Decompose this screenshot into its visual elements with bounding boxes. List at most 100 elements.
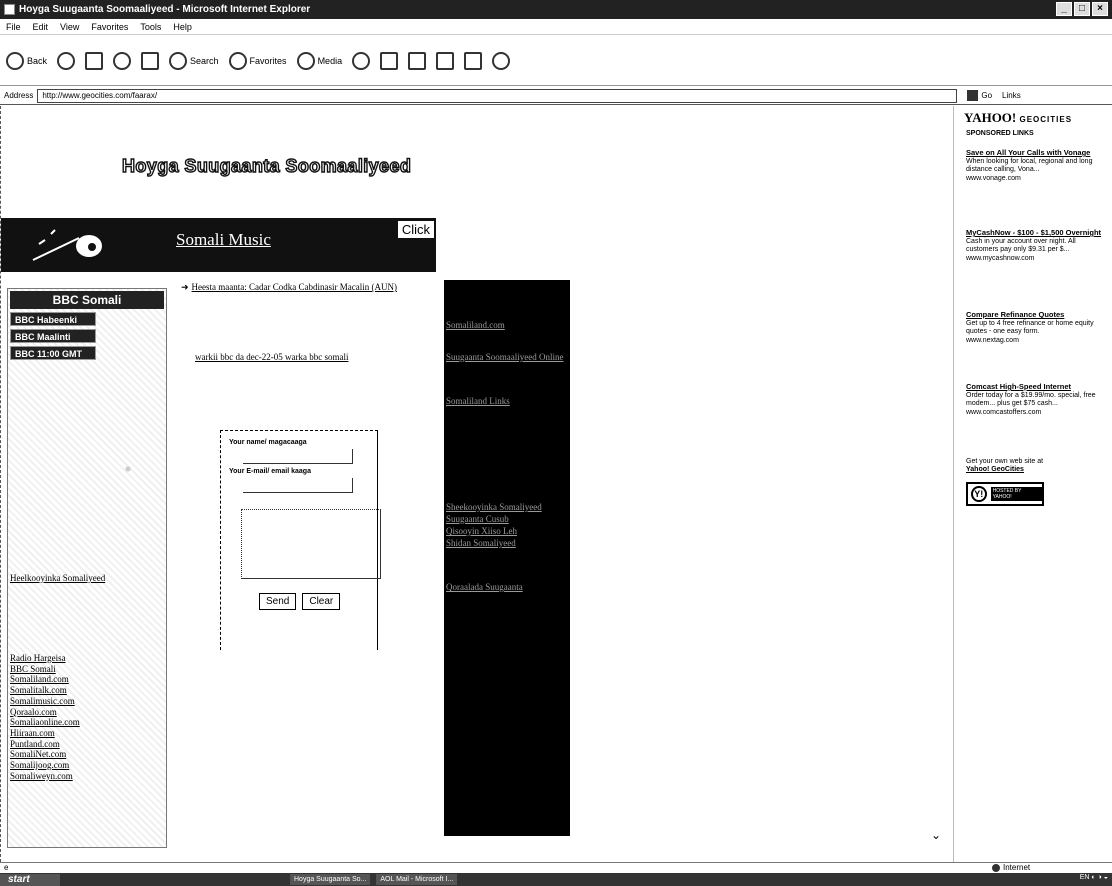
media-button[interactable]: Media	[296, 51, 342, 70]
link-somaliaonline[interactable]: Somaliaonline.com	[10, 717, 80, 728]
taskbar-item-aol[interactable]: AOL Mail - Microsoft I...	[376, 874, 458, 885]
bbc-habeenki-button[interactable]: BBC Habeenki	[10, 312, 96, 326]
ad-url: www.nextag.com	[966, 337, 1019, 344]
black-link-7[interactable]: Shidan Somaliyeed	[446, 538, 516, 548]
search-label: Search	[190, 55, 219, 66]
yahoo-sidebar: YAHOO! GEOCITIES SPONSORED LINKS Save on…	[953, 106, 1111, 862]
search-button[interactable]: Search	[169, 51, 219, 70]
name-field[interactable]	[243, 449, 353, 464]
link-somalinet[interactable]: SomaliNet.com	[10, 749, 80, 760]
links-button[interactable]: Links	[1002, 91, 1021, 100]
black-links-column: Somaliland.com Suugaanta Soomaaliyeed On…	[444, 280, 570, 836]
ad-vonage[interactable]: Save on All Your Calls with Vonage When …	[966, 148, 1106, 182]
home-icon[interactable]	[141, 51, 160, 70]
own-site-text: Get your own web site at	[966, 458, 1044, 465]
ad-title[interactable]: Compare Refinance Quotes	[966, 310, 1106, 319]
ad-title[interactable]: Save on All Your Calls with Vonage	[966, 148, 1106, 157]
bbc-1100-button[interactable]: BBC 11:00 GMT	[10, 346, 96, 360]
close-icon[interactable]: ×	[1092, 2, 1108, 16]
clear-button[interactable]: Clear	[302, 593, 341, 610]
window-title: Hoyga Suugaanta Soomaaliyeed - Microsoft…	[19, 4, 311, 15]
back-button[interactable]: Back	[6, 51, 47, 70]
ad-url: www.vonage.com	[966, 175, 1021, 182]
stop-icon[interactable]	[85, 51, 104, 70]
favorites-button[interactable]: Favorites	[228, 51, 287, 70]
system-tray: EN ◐ ◑ ◒	[1079, 874, 1108, 881]
ad-nextag[interactable]: Compare Refinance Quotes Get up to 4 fre…	[966, 310, 1106, 344]
hosted-by-yahoo-badge[interactable]: Y! HOSTED BY YAHOO!	[966, 482, 1044, 506]
black-link-5[interactable]: Suugaanta Cusub	[446, 514, 509, 524]
link-somalijoog[interactable]: Somalijoog.com	[10, 760, 80, 771]
send-button[interactable]: Send	[259, 593, 297, 610]
address-input[interactable]: http://www.geocities.com/faarax/	[37, 88, 958, 103]
news-link-bbc[interactable]: warkii bbc da dec-22-05 warka bbc somali	[195, 352, 348, 362]
minimize-icon[interactable]: _	[1056, 2, 1072, 16]
black-link-2[interactable]: Suugaanta Soomaaliyeed Online	[446, 352, 566, 362]
mail-icon[interactable]	[380, 51, 399, 70]
guitar-icon	[32, 229, 102, 261]
messenger-icon[interactable]	[492, 51, 511, 70]
link-somalitalk[interactable]: Somalitalk.com	[10, 685, 80, 696]
bbc-panel: BBC Somali BBC Habeenki BBC Maalinti BBC…	[7, 288, 167, 848]
link-somalimusic[interactable]: Somalimusic.com	[10, 696, 80, 707]
menu-file[interactable]: File	[6, 22, 21, 32]
contact-form: Your name/ magacaaga Your E-mail/ email …	[220, 430, 381, 650]
email-field[interactable]	[243, 478, 353, 493]
ad-comcast[interactable]: Comcast High-Speed Internet Order today …	[966, 382, 1106, 416]
link-somaliland[interactable]: Somaliland.com	[10, 674, 80, 685]
taskbar-item-hoyga[interactable]: Hoyga Suugaanta So...	[290, 874, 371, 885]
chevron-down-icon[interactable]: ⌄	[931, 828, 941, 842]
link-qoraalo[interactable]: Qoraalo.com	[10, 707, 80, 718]
ad-title[interactable]: Comcast High-Speed Internet	[966, 382, 1106, 391]
search-icon	[169, 51, 188, 70]
black-link-3[interactable]: Somaliland Links	[446, 396, 566, 406]
own-site-promo: Get your own web site at Yahoo! GeoCitie…	[966, 458, 1043, 474]
link-hiiraan[interactable]: Hiiraan.com	[10, 728, 80, 739]
ad-url: www.comcastoffers.com	[966, 409, 1042, 416]
discuss-icon[interactable]	[464, 51, 483, 70]
start-button[interactable]: start	[0, 873, 60, 886]
taskbar: start Hoyga Suugaanta So... AOL Mail - M…	[0, 873, 1112, 886]
browser-toolbar: Back Search Favorites Media	[0, 36, 1112, 86]
click-label[interactable]: Click	[397, 221, 434, 238]
window-titlebar: Hoyga Suugaanta Soomaaliyeed - Microsoft…	[0, 0, 1112, 19]
menu-favorites[interactable]: Favorites	[91, 22, 128, 32]
star-icon	[228, 51, 247, 70]
news-item: warkii bbc da dec-22-05 warka bbc somali	[195, 352, 348, 362]
print-icon[interactable]	[408, 51, 427, 70]
message-textarea[interactable]	[241, 509, 381, 579]
ad-mycashnow[interactable]: MyCashNow - $100 - $1,500 Overnight Cash…	[966, 228, 1106, 262]
black-link-8[interactable]: Qoraalada Suugaanta	[446, 582, 523, 592]
maximize-icon[interactable]: □	[1074, 2, 1090, 16]
link-puntland[interactable]: Puntland.com	[10, 739, 80, 750]
geocities-link[interactable]: Yahoo! GeoCities	[966, 466, 1024, 473]
bbc-maalinti-button[interactable]: BBC Maalinti	[10, 329, 96, 343]
refresh-icon[interactable]	[113, 51, 132, 70]
black-link-6[interactable]: Qisooyin Xiiso Leh	[446, 526, 517, 536]
menu-tools[interactable]: Tools	[140, 22, 161, 32]
black-link-4[interactable]: Sheekooyinka Somaliyeed	[446, 502, 542, 512]
link-radio-hargeisa[interactable]: Radio Hargeisa	[10, 653, 80, 664]
name-label: Your name/ magacaaga	[229, 439, 307, 446]
forward-arrow-icon[interactable]	[57, 51, 76, 70]
security-zone: Internet	[992, 863, 1030, 872]
ad-text: When looking for local, regional and lon…	[966, 158, 1093, 173]
link-bbc-somali[interactable]: BBC Somali	[10, 664, 80, 675]
menu-edit[interactable]: Edit	[33, 22, 49, 32]
ad-title[interactable]: MyCashNow - $100 - $1,500 Overnight	[966, 228, 1106, 237]
black-link-1[interactable]: Somaliland.com	[446, 320, 505, 330]
address-bar: Address http://www.geocities.com/faarax/…	[0, 87, 1112, 105]
menu-view[interactable]: View	[60, 22, 79, 32]
heelkooyinka-link[interactable]: Heelkooyinka Somaliyeed	[10, 573, 105, 583]
history-icon[interactable]	[352, 51, 371, 70]
somali-music-link[interactable]: Somali Music	[176, 230, 271, 250]
news-link-heesta[interactable]: Heesta maanta: Cadar Codka Cabdinasir Ma…	[192, 282, 397, 292]
news-item: ➜ Heesta maanta: Cadar Codka Cabdinasir M…	[181, 282, 431, 293]
link-somaliweyn[interactable]: Somaliweyn.com	[10, 771, 80, 782]
go-button[interactable]: Go	[967, 90, 992, 101]
edit-icon[interactable]	[436, 51, 455, 70]
status-bar: e Internet	[0, 862, 1112, 872]
address-label: Address	[4, 91, 34, 100]
menu-help[interactable]: Help	[173, 22, 192, 32]
site-title: Hoyga Suugaanta Soomaaliyeed	[121, 155, 412, 176]
